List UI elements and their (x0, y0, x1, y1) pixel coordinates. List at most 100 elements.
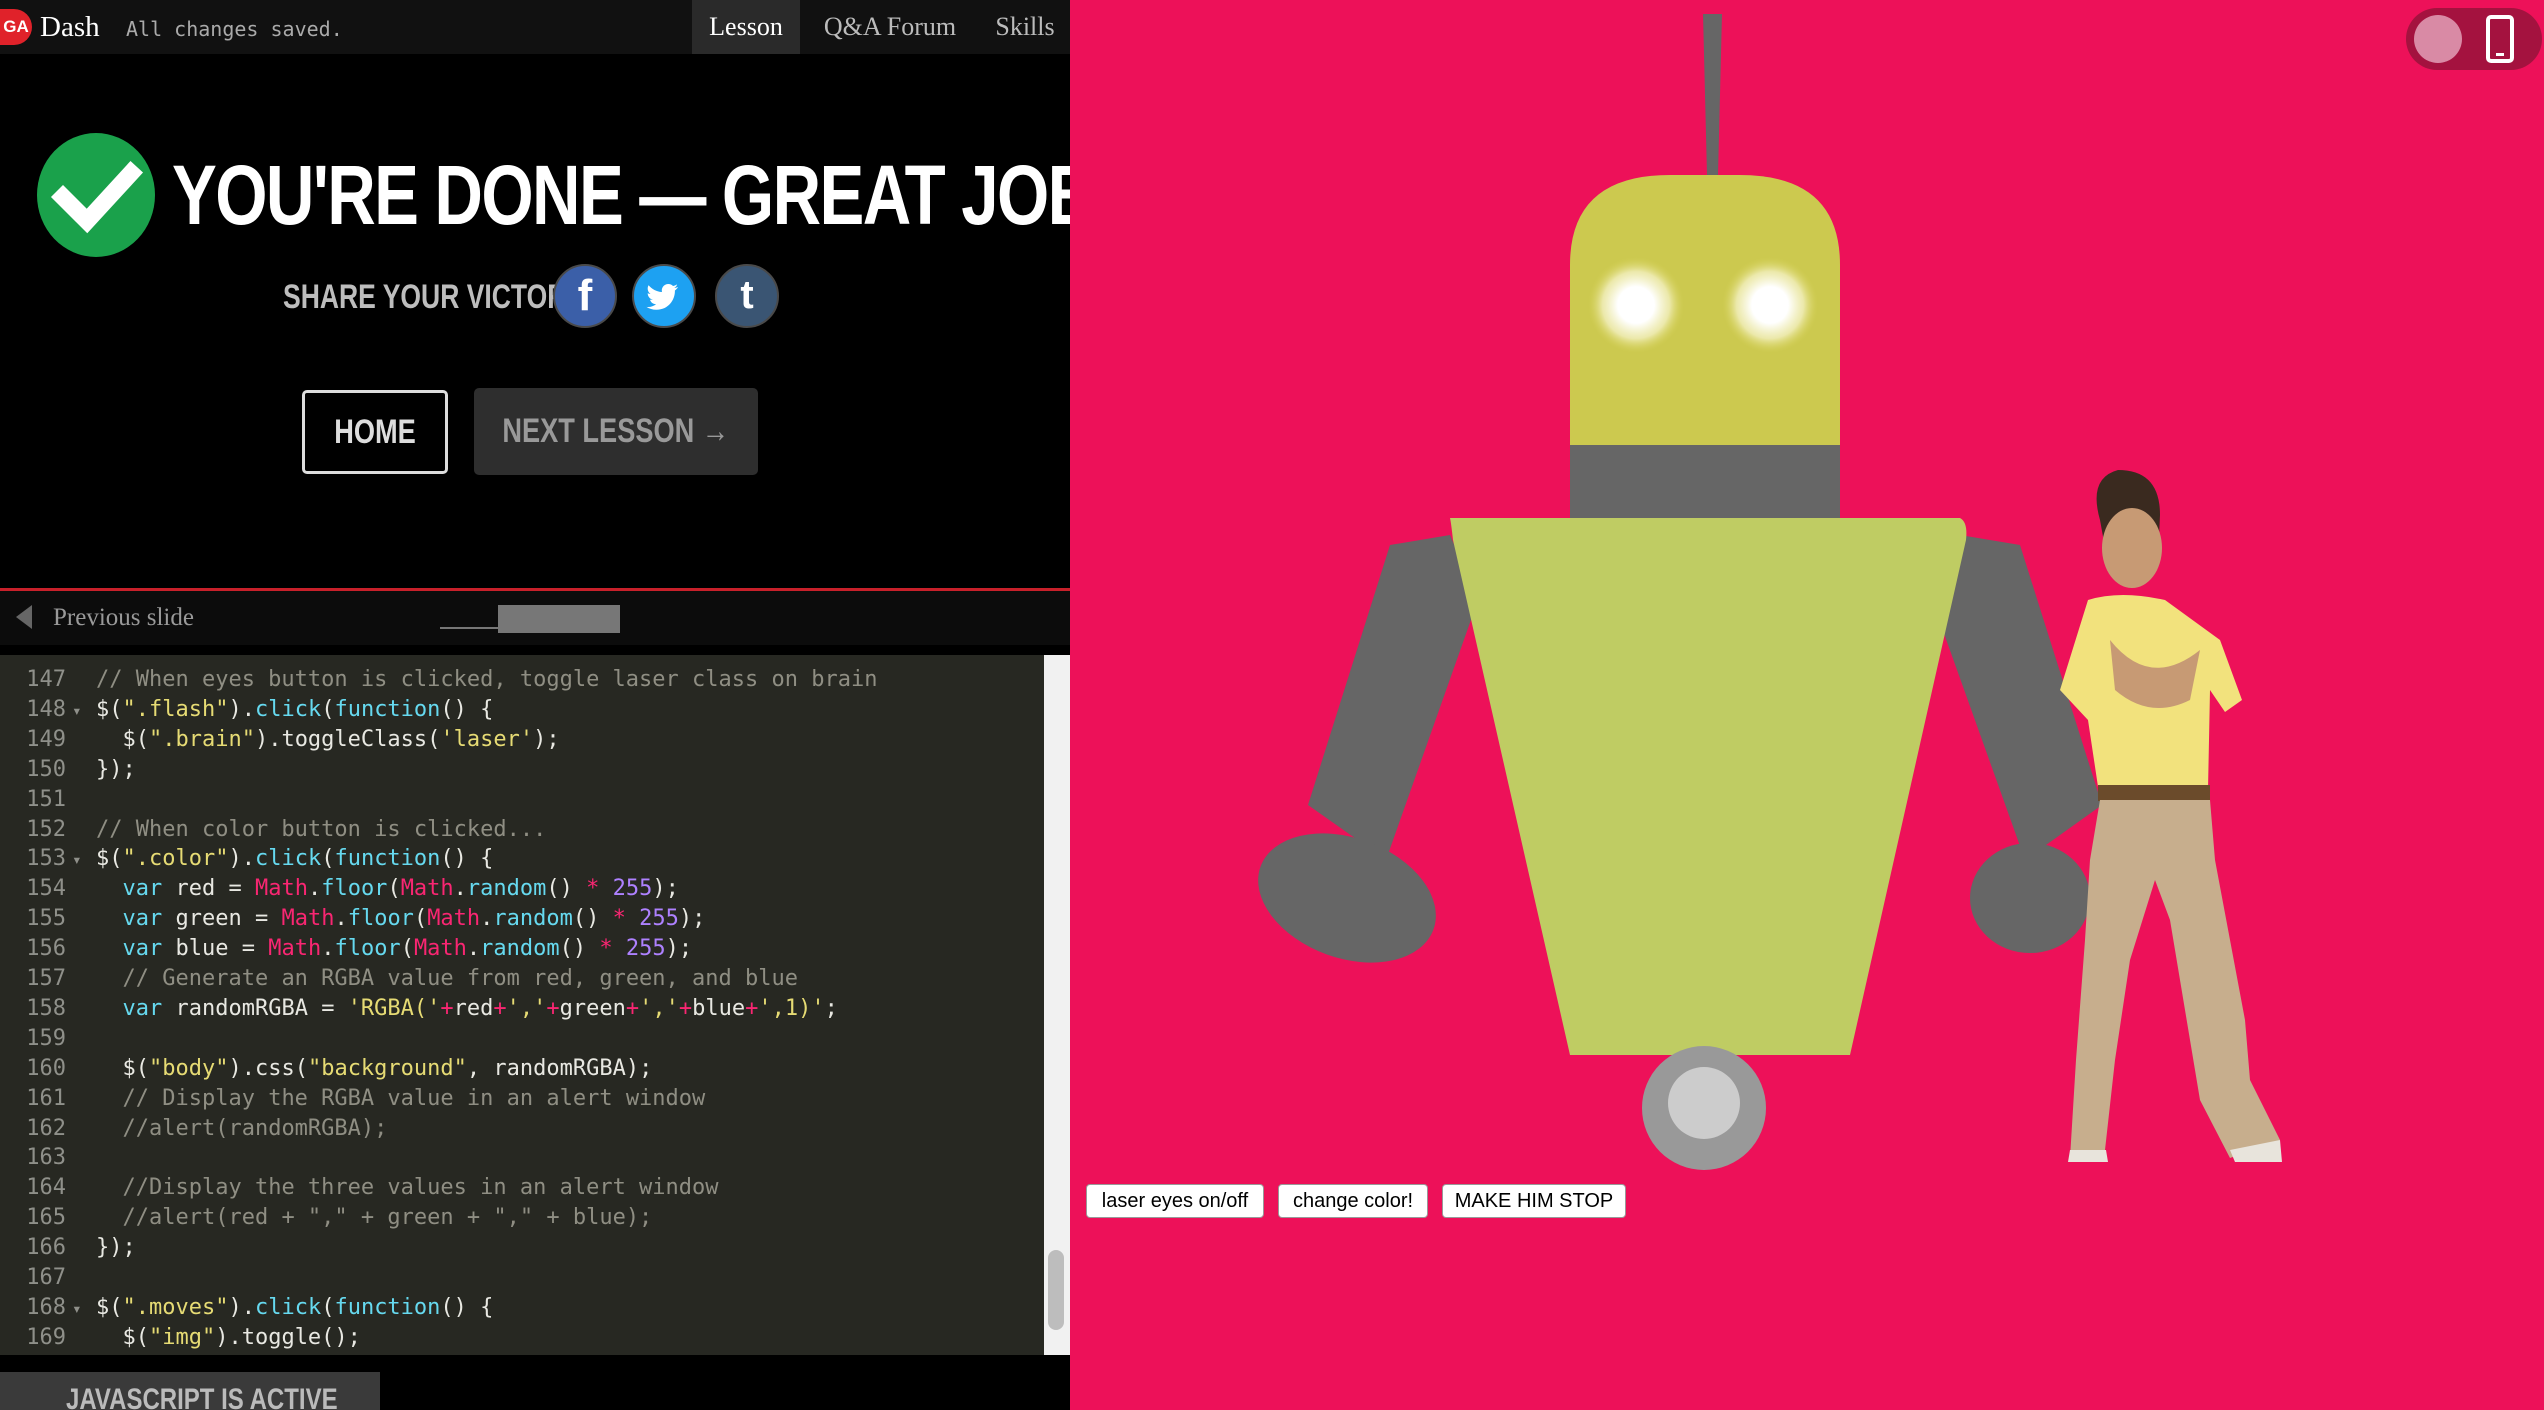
code-line[interactable]: 167 (0, 1263, 96, 1293)
line-number: 154 (26, 876, 66, 902)
tumblr-icon[interactable]: t (715, 264, 779, 328)
code-text[interactable]: $(".color").click(function() { (96, 846, 493, 871)
share-label: SHARE YOUR VICTORY: (283, 278, 590, 316)
app-root: GA Dash All changes saved. Lesson Q&A Fo… (0, 0, 2544, 1410)
line-number: 168 (26, 1294, 66, 1320)
code-line[interactable]: 155 var green = Math.floor(Math.random()… (0, 904, 705, 934)
code-line[interactable]: 166}); (0, 1233, 136, 1263)
code-text[interactable]: $(".flash").click(function() { (96, 697, 493, 722)
code-text[interactable]: // When eyes button is clicked, toggle l… (96, 667, 877, 692)
code-text[interactable]: }); (96, 1235, 136, 1260)
line-number: 167 (26, 1265, 66, 1290)
code-text[interactable]: var blue = Math.floor(Math.random() * 25… (96, 936, 693, 961)
code-line[interactable]: 169 $("img").toggle(); (0, 1323, 361, 1353)
checkmark-icon (37, 133, 155, 257)
code-line[interactable]: 165 //alert(red + "," + green + "," + bl… (0, 1203, 652, 1233)
laser-eyes-button[interactable]: laser eyes on/off (1086, 1184, 1264, 1218)
facebook-icon[interactable]: f (553, 264, 617, 328)
line-number: 166 (26, 1235, 66, 1261)
phone-icon (2486, 15, 2514, 63)
code-text[interactable]: }); (96, 757, 136, 782)
fold-arrow-icon[interactable]: ▾ (66, 1294, 96, 1324)
change-color-button[interactable]: change color! (1278, 1184, 1428, 1218)
fold-arrow-icon[interactable]: ▾ (66, 845, 96, 875)
javascript-mode-label: JAVASCRIPT IS ACTIVE (66, 1383, 338, 1410)
fold-arrow-icon[interactable]: ▾ (66, 696, 96, 726)
code-line[interactable]: 160 $("body").css("background", randomRG… (0, 1054, 652, 1084)
lesson-pane: GA Dash All changes saved. Lesson Q&A Fo… (0, 0, 1070, 1410)
code-line[interactable]: 158 var randomRGBA = 'RGBA('+red+','+gre… (0, 994, 838, 1024)
chevron-left-icon[interactable] (16, 605, 32, 629)
twitter-icon[interactable] (632, 264, 696, 328)
code-text[interactable]: // Generate an RGBA value from red, gree… (96, 966, 799, 991)
code-text[interactable]: //alert(red + "," + green + "," + blue); (96, 1205, 653, 1230)
code-line[interactable]: 164 //Display the three values in an ale… (0, 1173, 719, 1203)
robot-right-eye (1722, 257, 1818, 353)
line-number: 169 (26, 1324, 66, 1350)
robot-left-eye (1588, 257, 1684, 353)
line-number: 162 (26, 1115, 66, 1141)
code-text[interactable]: var randomRGBA = 'RGBA('+red+','+green+'… (96, 996, 838, 1021)
code-text[interactable]: $("img").toggle(); (96, 1325, 360, 1350)
line-number: 159 (26, 1025, 66, 1051)
line-number: 148 (26, 696, 66, 722)
code-line[interactable]: 168 ▾ $(".moves").click(function() { (0, 1293, 493, 1323)
tab-lesson[interactable]: Lesson (692, 0, 800, 54)
save-status: All changes saved. (126, 17, 343, 41)
code-line[interactable]: 157 // Generate an RGBA value from red, … (0, 964, 798, 994)
ga-logo[interactable]: GA (0, 9, 32, 45)
code-line[interactable]: 152 // When color button is clicked... (0, 815, 546, 845)
code-line[interactable]: 151 (0, 785, 96, 815)
app-title[interactable]: Dash (40, 9, 100, 45)
line-number: 151 (26, 786, 66, 812)
code-text[interactable]: // When color button is clicked... (96, 817, 546, 842)
toggle-knob (2414, 15, 2462, 63)
tab-skills[interactable]: Skills (984, 0, 1066, 54)
code-text[interactable]: $(".brain").toggleClass('laser'); (96, 727, 559, 752)
code-line[interactable]: 150}); (0, 755, 136, 785)
code-line[interactable]: 149 $(".brain").toggleClass('laser'); (0, 725, 559, 755)
robot-torso (1450, 518, 1967, 1055)
completion-title: YOU'RE DONE — GREAT JOB! (172, 148, 1070, 242)
preview-pane: laser eyes on/off change color! MAKE HIM… (1070, 0, 2544, 1410)
code-line[interactable]: 147 // When eyes button is clicked, toggl… (0, 665, 877, 695)
line-number: 153 (26, 846, 66, 872)
line-number: 160 (26, 1055, 66, 1081)
next-lesson-label: NEXT LESSON → (502, 412, 730, 450)
code-line[interactable]: 156 var blue = Math.floor(Math.random() … (0, 934, 692, 964)
code-text[interactable]: var red = Math.floor(Math.random() * 255… (96, 876, 679, 901)
make-him-stop-button[interactable]: MAKE HIM STOP (1442, 1184, 1626, 1218)
line-number: 150 (26, 756, 66, 782)
line-number: 157 (26, 966, 66, 991)
code-text[interactable]: //alert(randomRGBA); (96, 1116, 388, 1141)
javascript-mode-tab[interactable]: JAVASCRIPT IS ACTIVE (0, 1372, 380, 1410)
line-number: 158 (26, 995, 66, 1021)
editor-scrollbar-thumb[interactable] (1048, 1250, 1064, 1330)
code-text[interactable]: var green = Math.floor(Math.random() * 2… (96, 906, 706, 931)
next-lesson-button[interactable]: NEXT LESSON → (474, 388, 758, 475)
code-text[interactable]: //Display the three values in an alert w… (96, 1175, 719, 1200)
code-line[interactable]: 154 var red = Math.floor(Math.random() *… (0, 874, 679, 904)
code-text[interactable]: // Display the RGBA value in an alert wi… (96, 1086, 706, 1111)
line-number: 152 (26, 816, 66, 842)
code-line[interactable]: 162 //alert(randomRGBA); (0, 1114, 387, 1144)
code-text[interactable]: $(".moves").click(function() { (96, 1295, 493, 1320)
code-text[interactable]: $("body").css("background", randomRGBA); (96, 1056, 652, 1081)
line-number: 156 (26, 936, 66, 962)
slide-progress-thumb[interactable] (498, 605, 620, 633)
line-number: 161 (26, 1085, 66, 1111)
robot-wheel-hub (1668, 1067, 1740, 1139)
code-line[interactable]: 148 ▾ $(".flash").click(function() { (0, 695, 493, 725)
code-line[interactable]: 153 ▾ $(".color").click(function() { (0, 844, 493, 874)
device-preview-toggle[interactable] (2406, 8, 2542, 70)
previous-slide-link[interactable]: Previous slide (53, 602, 194, 634)
code-line[interactable]: 163 (0, 1143, 96, 1173)
line-number: 164 (26, 1175, 66, 1201)
code-line[interactable]: 159 (0, 1024, 96, 1054)
code-editor[interactable]: 147 // When eyes button is clicked, toggl… (0, 655, 1044, 1355)
code-line[interactable]: 161 // Display the RGBA value in an aler… (0, 1084, 705, 1114)
tab-qa-forum[interactable]: Q&A Forum (810, 0, 970, 54)
home-button[interactable]: HOME (302, 390, 448, 474)
robot-left-arm (1308, 535, 1478, 860)
slide-nav-bar: Previous slide (0, 591, 1070, 645)
